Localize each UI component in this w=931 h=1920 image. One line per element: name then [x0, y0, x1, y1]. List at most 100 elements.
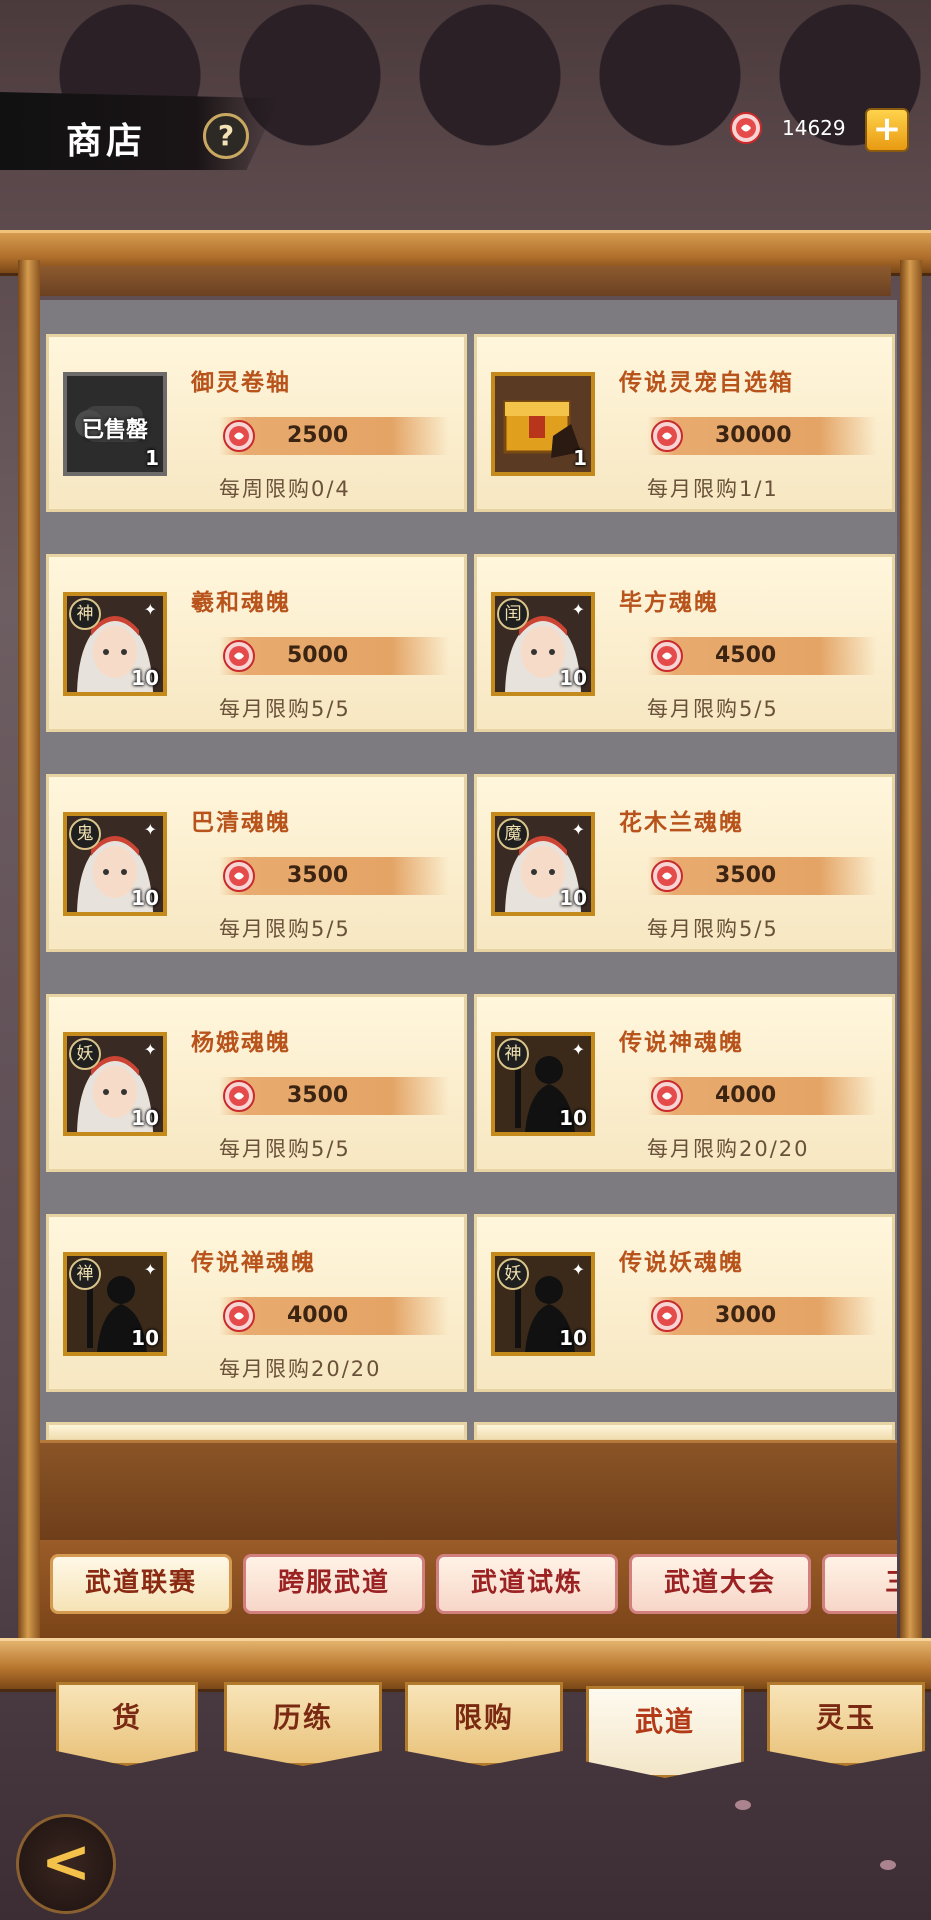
- subtab-wudao-league[interactable]: 武道联赛: [50, 1554, 232, 1614]
- page-title: 商店: [66, 121, 147, 162]
- back-button[interactable]: <: [16, 1814, 116, 1914]
- sold-out-label: 已售罄: [81, 418, 148, 443]
- faction-badge: 禅: [69, 1258, 101, 1290]
- price-button[interactable]: 5000: [219, 637, 449, 675]
- item-quantity: 10: [131, 666, 159, 690]
- purchase-limit: 每月限购5/5: [647, 697, 779, 721]
- shop-item-card-partial: [46, 1422, 467, 1442]
- shop-item-card-partial: [474, 1422, 895, 1442]
- item-price: 4500: [715, 643, 777, 668]
- price-button[interactable]: 3500: [219, 1077, 449, 1115]
- silhouette-icon[interactable]: 禅 ✦ 10: [63, 1252, 167, 1356]
- star-icon: ✦: [571, 1040, 585, 1059]
- subtab-conference[interactable]: 武道大会: [629, 1554, 811, 1614]
- item-price: 2500: [287, 423, 349, 448]
- maintab-limited[interactable]: 限购: [405, 1682, 563, 1766]
- shop-item-card[interactable]: 神 ✦ 10 传说神魂魄 4000 每月限购20/20: [474, 994, 895, 1172]
- coin-icon: [730, 112, 762, 144]
- shop-item-card[interactable]: 禅 ✦ 10 传说禅魂魄 4000 每月限购20/20: [46, 1214, 467, 1392]
- silhouette-icon[interactable]: 妖 ✦ 10: [491, 1252, 595, 1356]
- item-name: 羲和魂魄: [191, 590, 291, 616]
- currency-amount: 14629: [782, 116, 846, 140]
- maintab-spirit-jade[interactable]: 灵玉: [767, 1682, 925, 1766]
- item-name: 传说禅魂魄: [191, 1250, 316, 1276]
- item-name: 巴清魂魄: [191, 810, 291, 836]
- price-button[interactable]: 4000: [647, 1077, 877, 1115]
- coin-icon: [651, 420, 683, 452]
- coin-icon: [223, 420, 255, 452]
- faction-badge: 妖: [497, 1258, 529, 1290]
- subtab-more[interactable]: 三场: [822, 1554, 897, 1614]
- maintab-training[interactable]: 历练: [224, 1682, 382, 1766]
- item-name: 毕方魂魄: [619, 590, 719, 616]
- petal-decoration: [735, 1800, 751, 1810]
- shop-item-card[interactable]: 已售罄 1 御灵卷轴 2500 每周限购0/4: [46, 334, 467, 512]
- subtab-bar: 武道联赛 跨服武道 武道试炼 武道大会 三场: [40, 1540, 897, 1640]
- price-button[interactable]: 2500: [219, 417, 449, 455]
- star-icon: ✦: [143, 1260, 157, 1279]
- silhouette-icon[interactable]: 神 ✦ 10: [491, 1032, 595, 1136]
- subtab-trial[interactable]: 武道试炼: [436, 1554, 618, 1614]
- shop-item-card[interactable]: 神 ✦ 10 羲和魂魄 5000 每月限购5/5: [46, 554, 467, 732]
- star-icon: ✦: [143, 600, 157, 619]
- add-currency-button[interactable]: +: [865, 108, 909, 152]
- shop-item-card[interactable]: 妖 ✦ 10 杨娥魂魄 3500 每月限购5/5: [46, 994, 467, 1172]
- price-button[interactable]: 30000: [647, 417, 877, 455]
- purchase-limit: 每月限购20/20: [219, 1357, 382, 1381]
- item-quantity: 1: [145, 446, 159, 470]
- price-button[interactable]: 4000: [219, 1297, 449, 1335]
- item-price: 3000: [715, 1303, 777, 1328]
- item-price: 3500: [287, 1083, 349, 1108]
- item-price: 5000: [287, 643, 349, 668]
- price-button[interactable]: 3500: [219, 857, 449, 895]
- chest-icon[interactable]: 1: [491, 372, 595, 476]
- coin-icon: [223, 640, 255, 672]
- item-quantity: 10: [131, 886, 159, 910]
- purchase-limit: 每月限购20/20: [647, 1137, 810, 1161]
- maintab-goods[interactable]: 货: [56, 1682, 198, 1766]
- help-button[interactable]: ?: [203, 113, 249, 159]
- purchase-limit: 每月限购5/5: [219, 1137, 351, 1161]
- frame-left-post: [18, 260, 40, 1640]
- item-quantity: 10: [131, 1326, 159, 1350]
- purchase-limit: 每月限购5/5: [647, 917, 779, 941]
- coin-icon: [651, 860, 683, 892]
- item-name: 花木兰魂魄: [619, 810, 744, 836]
- item-price: 30000: [715, 423, 792, 448]
- hero-portrait-icon[interactable]: 妖 ✦ 10: [63, 1032, 167, 1136]
- shop-item-list[interactable]: 已售罄 1 御灵卷轴 2500 每周限购0/4 1 传说灵宠自选箱 30000 每月限购1/1 神…: [40, 300, 897, 1455]
- item-price: 4000: [715, 1083, 777, 1108]
- star-icon: ✦: [143, 820, 157, 839]
- item-name: 传说神魂魄: [619, 1030, 744, 1056]
- shop-item-card[interactable]: 鬼 ✦ 10 巴清魂魄 3500 每月限购5/5: [46, 774, 467, 952]
- price-button[interactable]: 4500: [647, 637, 877, 675]
- item-quantity: 10: [559, 666, 587, 690]
- shop-item-card[interactable]: 妖 ✦ 10 传说妖魂魄 3000: [474, 1214, 895, 1392]
- faction-badge: 神: [497, 1038, 529, 1070]
- coin-icon: [651, 640, 683, 672]
- shop-item-card[interactable]: 魔 ✦ 10 花木兰魂魄 3500 每月限购5/5: [474, 774, 895, 952]
- item-name: 传说灵宠自选箱: [619, 370, 794, 396]
- star-icon: ✦: [571, 1260, 585, 1279]
- shop-item-card[interactable]: 1 传说灵宠自选箱 30000 每月限购1/1: [474, 334, 895, 512]
- hero-portrait-icon[interactable]: 魔 ✦ 10: [491, 812, 595, 916]
- subtab-cross-server[interactable]: 跨服武道: [243, 1554, 425, 1614]
- price-button[interactable]: 3500: [647, 857, 877, 895]
- price-button[interactable]: 3000: [647, 1297, 877, 1335]
- item-quantity: 1: [573, 446, 587, 470]
- purchase-limit: 每月限购5/5: [219, 697, 351, 721]
- maintab-wudao[interactable]: 武道: [586, 1686, 744, 1778]
- star-icon: ✦: [571, 820, 585, 839]
- item-name: 杨娥魂魄: [191, 1030, 291, 1056]
- hero-portrait-icon[interactable]: 闰 ✦ 10: [491, 592, 595, 696]
- hero-portrait-icon[interactable]: 鬼 ✦ 10: [63, 812, 167, 916]
- shop-item-card[interactable]: 闰 ✦ 10 毕方魂魄 4500 每月限购5/5: [474, 554, 895, 732]
- frame-top-trim: [40, 266, 891, 296]
- item-quantity: 10: [559, 1106, 587, 1130]
- item-price: 3500: [715, 863, 777, 888]
- purchase-limit: 每周限购0/4: [219, 477, 351, 501]
- scroll-icon[interactable]: 已售罄 1: [63, 372, 167, 476]
- frame-right-post: [900, 260, 922, 1640]
- coin-icon: [223, 1080, 255, 1112]
- hero-portrait-icon[interactable]: 神 ✦ 10: [63, 592, 167, 696]
